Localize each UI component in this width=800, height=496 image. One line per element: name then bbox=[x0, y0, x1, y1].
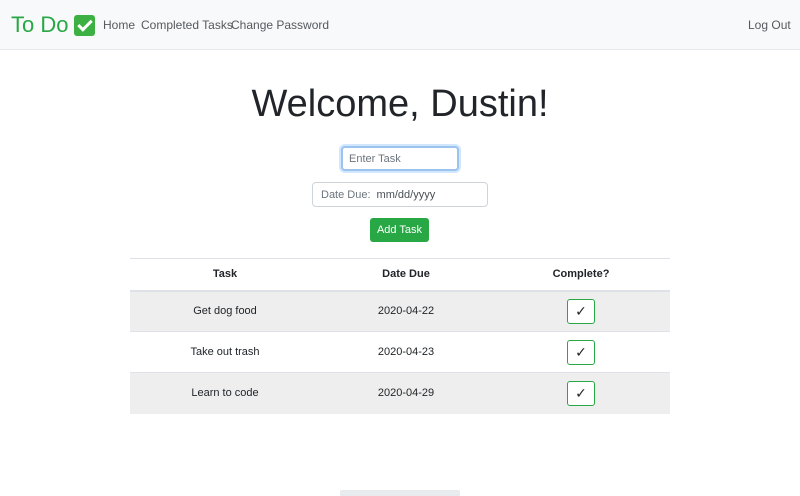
nav-completed-tasks-link[interactable]: Completed Tasks bbox=[141, 17, 233, 33]
complete-check-button[interactable]: ✓ bbox=[567, 298, 595, 324]
add-task-button[interactable]: Add Task bbox=[370, 218, 429, 242]
nav-home-link[interactable]: Home bbox=[103, 17, 135, 33]
table-row: Learn to code 2020-04-29 ✓ bbox=[130, 372, 670, 414]
nav-change-password-link[interactable]: Change Password bbox=[231, 17, 329, 33]
footer bbox=[340, 490, 460, 496]
page-title: Welcome, Dustin! bbox=[251, 83, 549, 125]
navbar: To Do Home Completed Tasks Change Passwo… bbox=[0, 0, 800, 50]
brand-link[interactable]: To Do bbox=[11, 9, 96, 41]
task-date: 2020-04-23 bbox=[320, 331, 492, 373]
task-complete-cell: ✓ bbox=[492, 290, 670, 332]
header-date-due: Date Due bbox=[320, 258, 492, 292]
date-due-field[interactable]: Date Due: mm/dd/yyyy bbox=[312, 182, 488, 207]
task-complete-cell: ✓ bbox=[492, 331, 670, 373]
task-name: Get dog food bbox=[130, 290, 320, 332]
task-name: Take out trash bbox=[130, 331, 320, 373]
header-complete: Complete? bbox=[492, 258, 670, 292]
date-due-label: Date Due: bbox=[321, 188, 371, 201]
table-header-row: Task Date Due Complete? bbox=[130, 258, 670, 292]
task-complete-cell: ✓ bbox=[492, 372, 670, 414]
date-due-value[interactable]: mm/dd/yyyy bbox=[377, 189, 436, 201]
task-input[interactable] bbox=[341, 146, 459, 171]
brand-text: To Do bbox=[11, 12, 69, 37]
check-mark-button-icon bbox=[74, 14, 96, 36]
header-task: Task bbox=[130, 258, 320, 292]
task-table: Task Date Due Complete? Get dog food 202… bbox=[130, 258, 670, 414]
complete-check-button[interactable]: ✓ bbox=[567, 380, 595, 406]
task-name: Learn to code bbox=[130, 372, 320, 414]
logout-link[interactable]: Log Out bbox=[748, 17, 791, 33]
complete-check-button[interactable]: ✓ bbox=[567, 339, 595, 365]
task-date: 2020-04-29 bbox=[320, 372, 492, 414]
table-row: Take out trash 2020-04-23 ✓ bbox=[130, 331, 670, 373]
task-date: 2020-04-22 bbox=[320, 290, 492, 332]
table-row: Get dog food 2020-04-22 ✓ bbox=[130, 290, 670, 332]
